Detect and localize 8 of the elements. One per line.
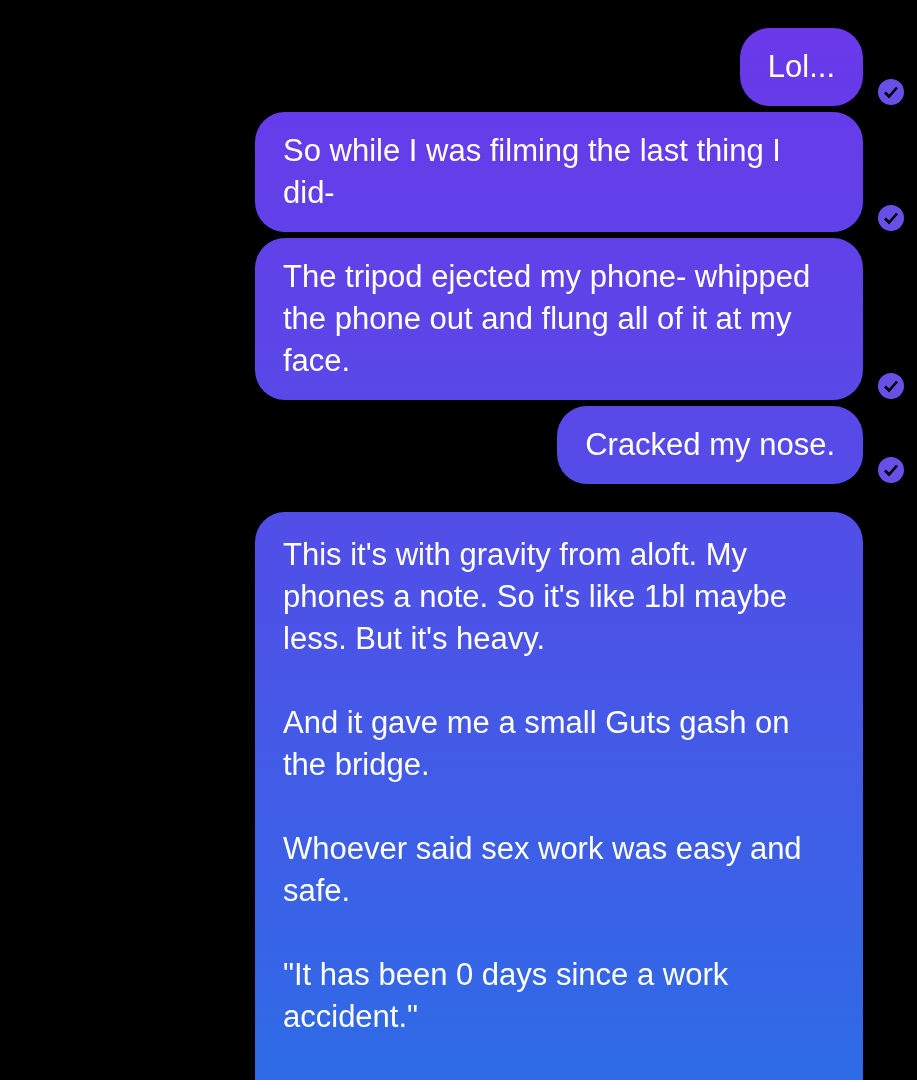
message-text: Cracked my nose. [585,426,835,464]
message-text: So while I was filming the last thing I did- [283,132,782,212]
message-text: "It has been 0 days since a work accident." [283,956,730,1036]
message-text: Lol... [767,48,835,86]
message-text: Whoever said sex work was easy and safe. [283,830,803,910]
message-text: And it gave me a small Guts gash on the bridge. [283,704,791,784]
message-text: This it's with gravity from aloft. My phones a note. So it's like 1bl maybe less. But it's heavy. [283,536,788,658]
message-text: The tripod ejected my phone- whipped the phone out and flung all of it at my face. [283,258,812,380]
